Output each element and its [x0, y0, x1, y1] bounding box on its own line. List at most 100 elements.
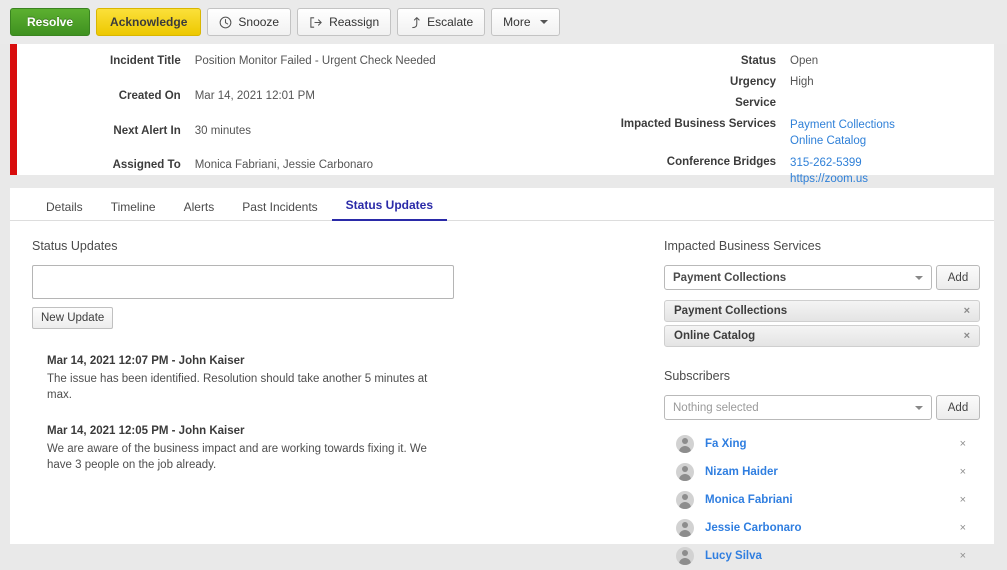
tab-status-updates[interactable]: Status Updates — [331, 198, 448, 221]
incident-detail-card: Details Timeline Alerts Past Incidents Statu… — [10, 188, 994, 565]
summary-field-row: Conference Bridges 315-262-5399 https://zo… — [621, 152, 895, 190]
summary-field-row: Next Alert In 30 minutes — [110, 121, 436, 156]
acknowledge-button[interactable]: Acknowledge — [96, 8, 202, 36]
impacted-services-chip-list: Payment Collections × Online Catalog × — [664, 300, 980, 347]
field-label: Incident Title — [110, 55, 181, 67]
tab-past-incidents[interactable]: Past Incidents — [228, 200, 331, 221]
status-update-item: Mar 14, 2021 12:07 PM - John Kaiser The i… — [47, 355, 660, 403]
field-value: 30 minutes — [194, 124, 251, 137]
field-value-link[interactable]: https://zoom.us — [790, 171, 895, 187]
status-update-text: We are aware of the business impact and … — [47, 443, 427, 471]
side-widgets-pane: Impacted Business Services Payment Colle… — [660, 239, 980, 570]
close-icon[interactable]: × — [960, 494, 966, 506]
subscriber-row: Monica Fabriani × — [664, 486, 980, 514]
subscriber-name-link[interactable]: Jessie Carbonaro — [705, 522, 960, 534]
field-label: Service — [735, 97, 777, 109]
field-value: High — [790, 76, 814, 88]
caret-down-icon — [539, 20, 548, 24]
subscribers-select[interactable]: Nothing selected — [664, 395, 932, 420]
reassign-button[interactable]: Reassign — [297, 8, 392, 36]
avatar — [676, 463, 694, 481]
clock-icon — [219, 16, 232, 29]
avatar — [676, 519, 694, 537]
impacted-service-chip: Payment Collections × — [664, 300, 980, 322]
field-value-link[interactable]: Payment Collections — [790, 117, 895, 133]
impacted-services-select-value: Payment Collections — [673, 271, 787, 284]
field-label: Urgency — [730, 76, 777, 88]
more-button[interactable]: More — [491, 8, 560, 36]
status-update-meta: Mar 14, 2021 12:07 PM - John Kaiser — [47, 355, 245, 367]
button-label: Acknowledge — [110, 15, 188, 29]
tab-alerts[interactable]: Alerts — [170, 200, 229, 221]
button-label: More — [503, 15, 531, 29]
summary-fields-left: Incident Title Position Monitor Failed - … — [110, 51, 436, 190]
status-updates-heading: Status Updates — [32, 239, 118, 253]
resolve-button[interactable]: Resolve — [10, 8, 91, 36]
add-impacted-service-button[interactable]: Add — [936, 265, 980, 290]
field-value — [790, 93, 895, 114]
impacted-service-chip: Online Catalog × — [664, 325, 980, 347]
close-icon[interactable]: × — [960, 522, 966, 534]
status-update-item: Mar 14, 2021 12:05 PM - John Kaiser We ar… — [47, 425, 660, 473]
close-icon[interactable]: × — [964, 305, 970, 317]
add-subscriber-button[interactable]: Add — [936, 395, 980, 420]
chevron-down-icon — [915, 275, 923, 280]
summary-field-row: Urgency High — [621, 72, 895, 93]
tab-details[interactable]: Details — [32, 200, 97, 221]
button-label: Resolve — [27, 15, 74, 29]
status-update-meta: Mar 14, 2021 12:05 PM - John Kaiser — [47, 425, 245, 437]
status-update-text: The issue has been identified. Resolutio… — [47, 373, 428, 401]
field-value-link[interactable]: Online Catalog — [790, 133, 895, 149]
field-value: Monica Fabriani, Jessie Carbonaro — [194, 159, 374, 172]
escalate-button[interactable]: Escalate — [397, 8, 486, 36]
close-icon[interactable]: × — [960, 466, 966, 478]
subscribers-heading: Subscribers — [664, 369, 730, 383]
status-update-input[interactable] — [32, 265, 454, 299]
field-value-link[interactable]: 315-262-5399 — [790, 155, 895, 171]
subscriber-name-link[interactable]: Monica Fabriani — [705, 494, 960, 506]
close-icon[interactable]: × — [960, 550, 966, 562]
field-value: 315-262-5399 https://zoom.us — [790, 152, 895, 190]
tab-timeline[interactable]: Timeline — [97, 200, 170, 221]
close-icon[interactable]: × — [964, 330, 970, 342]
avatar — [676, 435, 694, 453]
subscriber-row: Nizam Haider × — [664, 458, 980, 486]
tab-bar: Details Timeline Alerts Past Incidents Statu… — [10, 188, 994, 221]
avatar — [676, 491, 694, 509]
summary-field-row: Impacted Business Services Payment Collec… — [621, 114, 895, 152]
field-label: Status — [740, 55, 777, 67]
field-value: Open — [790, 55, 819, 67]
chip-label: Online Catalog — [674, 330, 756, 342]
field-value: Mar 14, 2021 12:01 PM — [194, 89, 315, 102]
subscribers-list: Fa Xing × Nizam Haider × Monica Fabriani × Jes… — [664, 430, 980, 570]
close-icon[interactable]: × — [960, 438, 966, 450]
new-update-button[interactable]: New Update — [32, 307, 114, 329]
subscribers-select-value: Nothing selected — [673, 401, 759, 414]
subscriber-row: Fa Xing × — [664, 430, 980, 458]
status-updates-list: Mar 14, 2021 12:07 PM - John Kaiser The i… — [32, 355, 660, 473]
arrow-level-up-icon — [409, 16, 421, 29]
avatar — [676, 547, 694, 565]
impacted-services-select[interactable]: Payment Collections — [664, 265, 932, 290]
subscribers-picker-row: Nothing selected Add — [664, 395, 980, 420]
chevron-down-icon — [915, 405, 923, 410]
status-updates-pane: Status Updates New Update Mar 14, 2021 1… — [10, 239, 660, 570]
snooze-button[interactable]: Snooze — [207, 8, 292, 36]
summary-field-row: Service — [621, 93, 895, 114]
subscriber-name-link[interactable]: Fa Xing — [705, 438, 960, 450]
sign-out-icon — [309, 16, 323, 29]
subscriber-name-link[interactable]: Nizam Haider — [705, 466, 960, 478]
field-label: Assigned To — [112, 159, 181, 172]
button-label: Snooze — [238, 15, 280, 29]
subscriber-name-link[interactable]: Lucy Silva — [705, 550, 960, 562]
button-label: Reassign — [329, 15, 380, 29]
field-value: Position Monitor Failed - Urgent Check N… — [194, 55, 436, 67]
summary-field-row: Status Open — [621, 51, 895, 72]
summary-field-row: Created On Mar 14, 2021 12:01 PM — [110, 86, 436, 121]
field-label: Conference Bridges — [666, 156, 777, 168]
action-toolbar: Resolve Acknowledge Snooze Reassign Escalate… — [0, 0, 1007, 44]
chip-label: Payment Collections — [674, 305, 788, 317]
summary-fields-right: Status Open Urgency High Service Impacted Bus… — [621, 51, 895, 190]
summary-field-row: Incident Title Position Monitor Failed - … — [110, 51, 436, 86]
button-label: Escalate — [427, 15, 474, 29]
